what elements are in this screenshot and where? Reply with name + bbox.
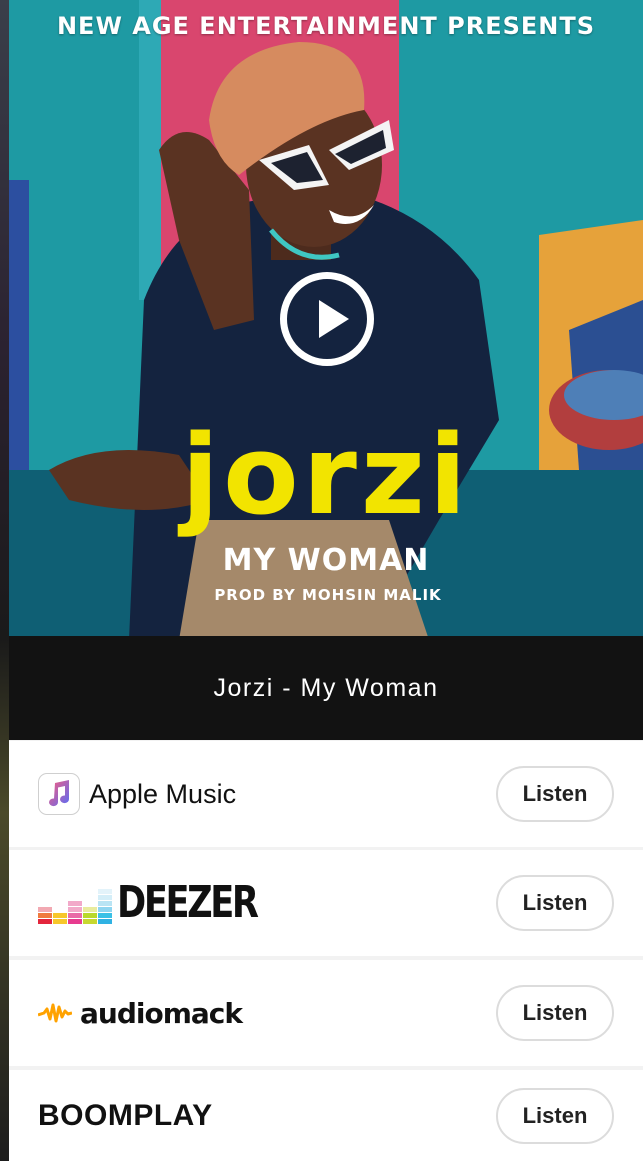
left-edge-strip bbox=[0, 0, 9, 1161]
boomplay-logo: BOOMPLAY bbox=[38, 1099, 213, 1133]
service-row-audiomack: audiomack Listen bbox=[9, 960, 643, 1066]
service-row-boomplay: BOOMPLAY Listen bbox=[9, 1070, 643, 1161]
apple-music-logo: Apple Music bbox=[38, 773, 236, 815]
audiomack-logo: audiomack bbox=[38, 996, 243, 1030]
apple-music-label: Apple Music bbox=[89, 778, 237, 809]
boomplay-listen-button[interactable]: Listen bbox=[496, 1087, 614, 1144]
audiomack-waveform-icon bbox=[38, 1003, 72, 1023]
audiomack-listen-button[interactable]: Listen bbox=[496, 985, 614, 1041]
deezer-logo: DEEZER bbox=[38, 881, 291, 925]
apple-music-listen-button[interactable]: Listen bbox=[496, 766, 614, 822]
service-row-deezer: DEEZER Listen bbox=[9, 850, 643, 956]
play-button[interactable] bbox=[280, 272, 374, 366]
smartlink-page: NEW AGE ENTERTAINMENT PRESENTS JORZI MY … bbox=[9, 0, 643, 1161]
presents-heading: NEW AGE ENTERTAINMENT PRESENTS bbox=[56, 12, 596, 40]
deezer-listen-button[interactable]: Listen bbox=[496, 875, 614, 931]
cover-art: NEW AGE ENTERTAINMENT PRESENTS JORZI MY … bbox=[9, 0, 643, 636]
audiomack-wordmark: audiomack bbox=[80, 996, 243, 1030]
track-title-bar: Jorzi - My Woman bbox=[9, 636, 643, 740]
cover-song-name: MY WOMAN bbox=[222, 543, 430, 578]
cover-producer-credit: PROD BY MOHSIN MALIK bbox=[214, 586, 442, 604]
deezer-wordmark: DEEZER bbox=[117, 877, 259, 928]
boomplay-wordmark: BOOMPLAY bbox=[38, 1098, 213, 1132]
cover-artist-name: JORZI bbox=[181, 411, 471, 539]
deezer-bars-icon bbox=[38, 882, 113, 924]
track-title: Jorzi - My Woman bbox=[213, 673, 439, 702]
service-row-apple-music: Apple Music Listen bbox=[9, 741, 643, 847]
play-circle-icon bbox=[319, 300, 349, 338]
apple-music-icon bbox=[38, 773, 80, 815]
